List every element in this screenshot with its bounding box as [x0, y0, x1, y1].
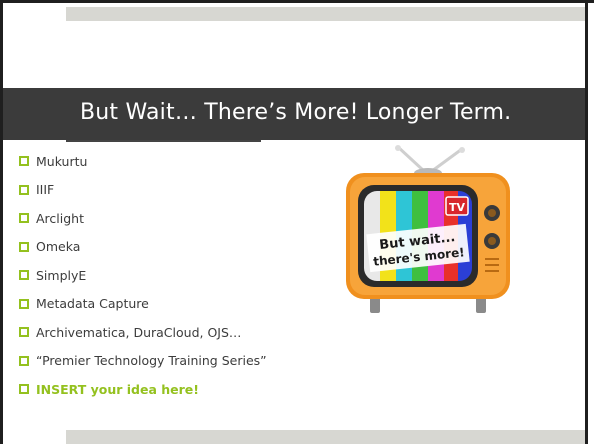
- bullet-text: Arclight: [36, 210, 84, 226]
- retro-tv-image: TV But wait... there's more!: [346, 145, 510, 313]
- bullet-text: INSERT your idea here!: [36, 381, 199, 397]
- square-bullet-icon: [19, 241, 29, 252]
- bullet-list: Mukurtu IIIF Arclight Omeka SimplyE Meta…: [19, 147, 349, 404]
- bullet-text: Mukurtu: [36, 153, 88, 169]
- bullet-text: IIIF: [36, 182, 55, 198]
- square-bullet-icon: [19, 213, 29, 224]
- bullet-text: Metadata Capture: [36, 296, 149, 312]
- square-bullet-icon: [19, 184, 29, 195]
- bullet-item: Arclight: [19, 204, 349, 233]
- slide-frame-left: [0, 0, 3, 444]
- bullet-item-highlight: INSERT your idea here!: [19, 375, 349, 404]
- bullet-item: Metadata Capture: [19, 290, 349, 319]
- tv-badge-text: TV: [449, 201, 466, 214]
- title-underline: [66, 140, 261, 142]
- bullet-text: Archivematica, DuraCloud, OJS…: [36, 324, 242, 340]
- bullet-item: Archivematica, DuraCloud, OJS…: [19, 318, 349, 347]
- slide-frame-top: [0, 0, 594, 3]
- square-bullet-icon: [19, 355, 29, 366]
- bullet-text: SimplyE: [36, 267, 87, 283]
- bullet-item: SimplyE: [19, 261, 349, 290]
- square-bullet-icon: [19, 298, 29, 309]
- slide-title: But Wait… There’s More! Longer Term.: [80, 100, 512, 125]
- bullet-item: Omeka: [19, 233, 349, 262]
- top-decor-band: [66, 7, 585, 21]
- bullet-item: Mukurtu: [19, 147, 349, 176]
- bottom-decor-band: [66, 430, 585, 444]
- square-bullet-icon: [19, 270, 29, 281]
- square-bullet-icon: [19, 327, 29, 338]
- bullet-text: “Premier Technology Training Series”: [36, 353, 267, 369]
- square-bullet-icon: [19, 384, 29, 395]
- square-bullet-icon: [19, 156, 29, 167]
- slide-frame-right: [585, 0, 588, 444]
- slide: But Wait… There’s More! Longer Term. Muk…: [0, 0, 594, 444]
- bullet-item: IIIF: [19, 176, 349, 205]
- bullet-text: Omeka: [36, 239, 81, 255]
- bullet-item: “Premier Technology Training Series”: [19, 347, 349, 376]
